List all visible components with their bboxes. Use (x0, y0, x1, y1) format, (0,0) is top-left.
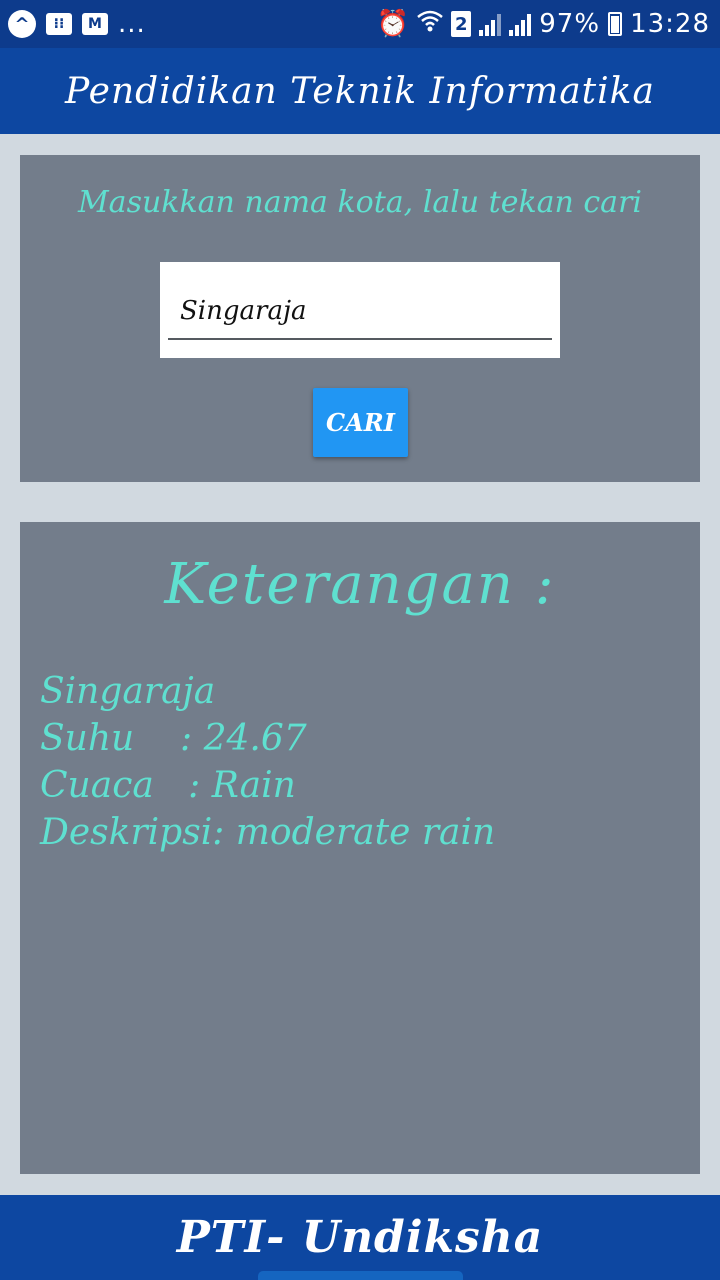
app-bar: Pendidikan Teknik Informatika (0, 48, 720, 134)
result-weather: Cuaca : Rain (40, 765, 296, 806)
footer-text: PTI- Undiksha (176, 1212, 544, 1263)
search-card: Masukkan nama kota, lalu tekan cari CARI (20, 155, 700, 482)
status-overflow: ... (118, 9, 146, 39)
result-card: Keterangan : Singaraja Suhu : 24.67 Cuac… (20, 522, 700, 1174)
cari-button[interactable]: CARI (313, 388, 408, 457)
status-left: ^ ⁝⁝ M ... (8, 8, 146, 40)
battery-percent: 97% (539, 9, 601, 39)
battery-icon (608, 12, 623, 36)
wifi-icon (417, 10, 444, 38)
signal-icon (479, 12, 502, 36)
status-time: 13:28 (630, 9, 710, 39)
result-description: Deskripsi: moderate rain (40, 812, 496, 853)
result-title: Keterangan : (164, 552, 556, 617)
signal-icon (509, 12, 532, 36)
sim-2-icon: 2 (451, 11, 472, 37)
result-temperature: Suhu : 24.67 (40, 718, 307, 759)
app-title: Pendidikan Teknik Informatika (65, 70, 655, 112)
mail-icon: M (82, 13, 108, 35)
bbm-icon: ⁝⁝ (46, 13, 72, 35)
status-bar: ^ ⁝⁝ M ... ⏰ 2 97% 13:28 (0, 0, 720, 48)
alarm-icon: ⏰ (376, 9, 410, 39)
result-city: Singaraja (40, 671, 216, 712)
city-input[interactable] (168, 284, 552, 340)
search-prompt: Masukkan nama kota, lalu tekan cari (77, 185, 643, 220)
search-input-container (160, 262, 560, 358)
footer-bar: PTI- Undiksha (0, 1195, 720, 1280)
nav-handle[interactable] (258, 1271, 463, 1280)
status-right: ⏰ 2 97% 13:28 (377, 8, 710, 40)
result-lines: Singaraja Suhu : 24.67 Cuaca : Rain Desk… (40, 668, 495, 856)
notification-a-icon: ^ (8, 10, 36, 38)
